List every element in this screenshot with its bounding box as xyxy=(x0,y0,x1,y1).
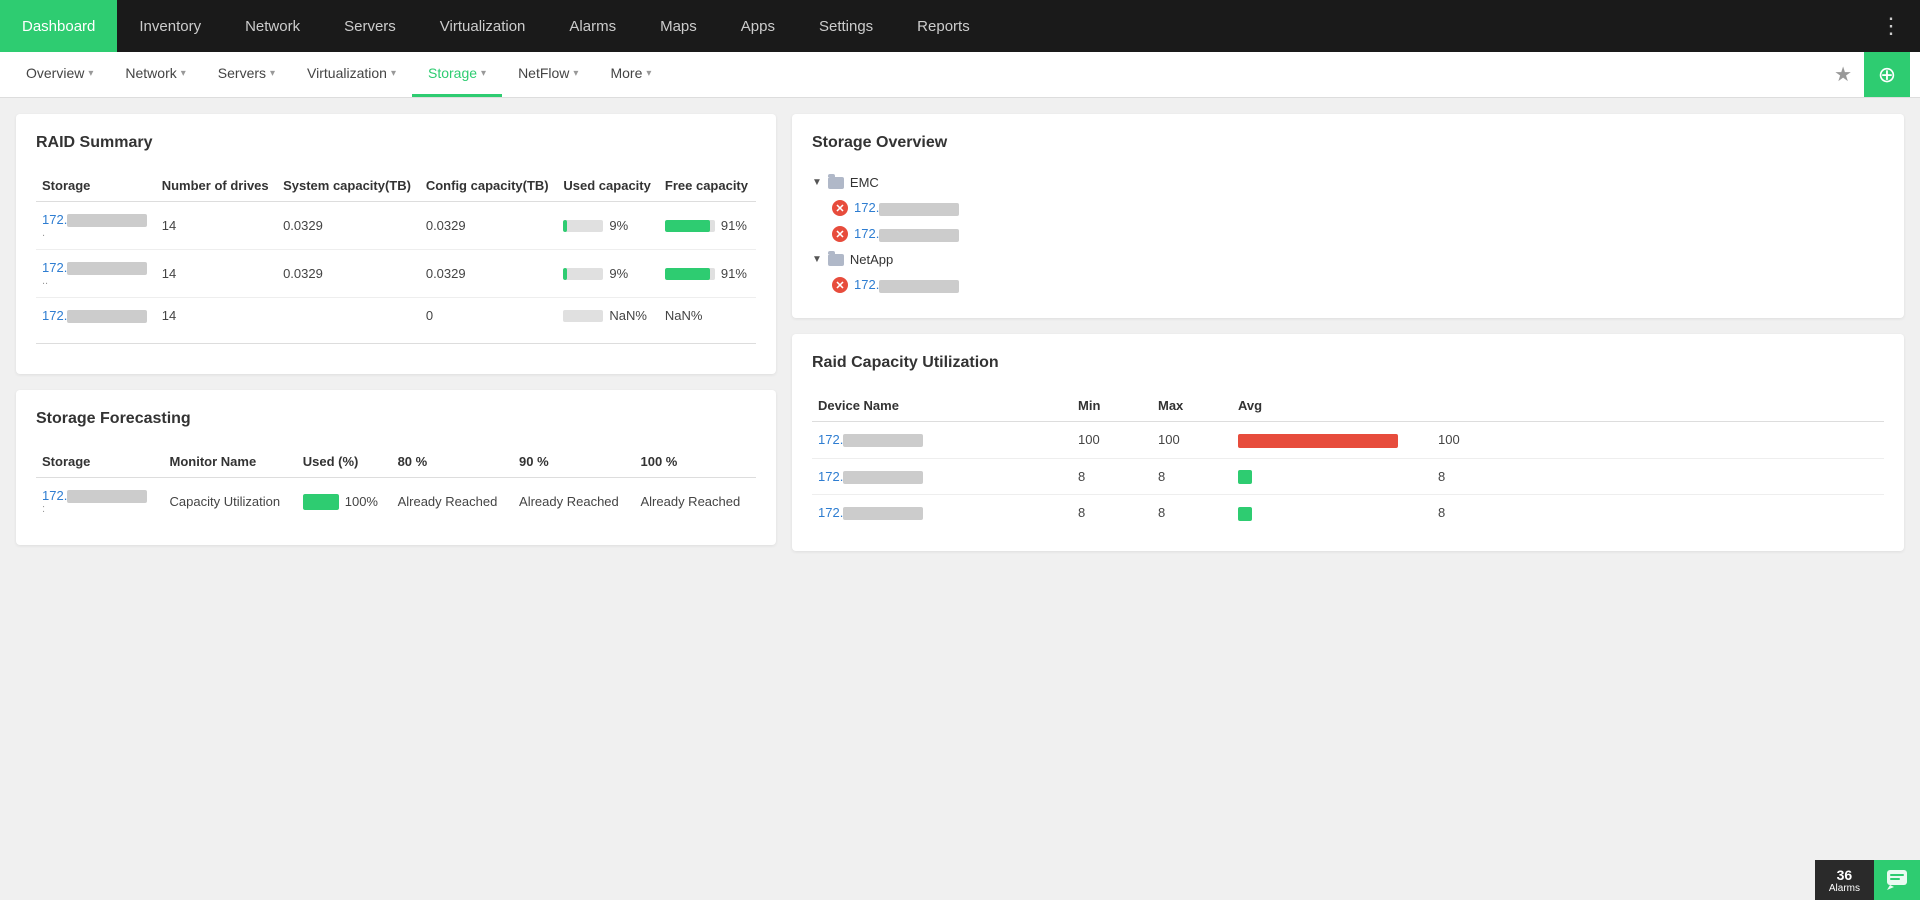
nav-apps[interactable]: Apps xyxy=(719,0,797,52)
nav-alarms[interactable]: Alarms xyxy=(547,0,638,52)
raid-capacity-card: Raid Capacity Utilization Device Name Mi… xyxy=(792,334,1904,551)
alarms-count: 36 xyxy=(1837,867,1853,883)
nav-network[interactable]: Network xyxy=(223,0,322,52)
capacity-bar-green xyxy=(1238,470,1252,484)
triangle-down-icon: ▼ xyxy=(812,177,822,188)
col-config-capacity: Config capacity(TB) xyxy=(420,170,558,202)
nav-dashboard[interactable]: Dashboard xyxy=(0,0,117,52)
error-icon: ✕ xyxy=(832,226,848,242)
nav-maps[interactable]: Maps xyxy=(638,0,719,52)
emc-child-2[interactable]: ✕ 172. xyxy=(832,221,1884,247)
cap-col-avg: Avg xyxy=(1232,390,1432,422)
storage-cell[interactable]: 172. xyxy=(36,298,156,334)
netapp-children: ✕ 172. xyxy=(812,272,1884,298)
chevron-down-icon: ▾ xyxy=(646,68,651,79)
main-content: RAID Summary Storage Number of drives Sy… xyxy=(0,98,1920,567)
storage-cell[interactable]: 172. .. xyxy=(36,250,156,298)
right-panel: Storage Overview ▼ EMC ✕ 172. ✕ 172. ▼ xyxy=(792,114,1904,551)
storage-overview-card: Storage Overview ▼ EMC ✕ 172. ✕ 172. ▼ xyxy=(792,114,1904,318)
cap-col-avg-val xyxy=(1432,390,1884,422)
cap-col-device: Device Name xyxy=(812,390,1072,422)
forecast-col-storage: Storage xyxy=(36,446,164,478)
chevron-down-icon: ▾ xyxy=(270,68,275,79)
nav-reports[interactable]: Reports xyxy=(895,0,992,52)
folder-icon xyxy=(828,254,844,266)
raid-capacity-table: Device Name Min Max Avg 172. 100 100 xyxy=(812,390,1884,531)
subnav-virtualization[interactable]: Virtualization ▾ xyxy=(291,52,412,97)
subnav-overview[interactable]: Overview ▾ xyxy=(10,52,109,97)
col-drives: Number of drives xyxy=(156,170,277,202)
raid-summary-title: RAID Summary xyxy=(36,134,756,152)
storage-cell[interactable]: 172. . xyxy=(36,202,156,250)
bottom-bar: 36 Alarms xyxy=(1815,860,1920,900)
capacity-bar-green xyxy=(1238,507,1252,521)
col-storage: Storage xyxy=(36,170,156,202)
chevron-down-icon: ▾ xyxy=(573,68,578,79)
table-row: 172. : Capacity Utilization 100% Already… xyxy=(36,478,756,526)
subnav-more[interactable]: More ▾ xyxy=(594,52,667,97)
emc-children: ✕ 172. ✕ 172. xyxy=(812,195,1884,247)
forecast-storage-cell[interactable]: 172. : xyxy=(36,478,164,526)
alarms-badge[interactable]: 36 Alarms xyxy=(1815,860,1874,900)
favorite-star-icon[interactable]: ★ xyxy=(1822,52,1864,97)
storage-forecasting-title: Storage Forecasting xyxy=(36,410,756,428)
forecast-col-80: 80 % xyxy=(392,446,513,478)
emc-child-1[interactable]: ✕ 172. xyxy=(832,195,1884,221)
storage-overview-title: Storage Overview xyxy=(812,134,1884,152)
storage-forecasting-table: Storage Monitor Name Used (%) 80 % 90 % … xyxy=(36,446,756,525)
table-row: 172. 8 8 8 xyxy=(812,458,1884,495)
folder-icon xyxy=(828,177,844,189)
error-icon: ✕ xyxy=(832,200,848,216)
forecast-col-100: 100 % xyxy=(634,446,756,478)
cap-col-min: Min xyxy=(1072,390,1152,422)
col-free-capacity: Free capacity xyxy=(659,170,756,202)
chevron-down-icon: ▾ xyxy=(391,68,396,79)
forecast-col-used: Used (%) xyxy=(297,446,392,478)
nav-virtualization[interactable]: Virtualization xyxy=(418,0,548,52)
forecast-col-monitor: Monitor Name xyxy=(164,446,297,478)
raid-summary-card: RAID Summary Storage Number of drives Sy… xyxy=(16,114,776,374)
tree-group-netapp[interactable]: ▼ NetApp xyxy=(812,247,1884,272)
table-row: 172. . 14 0.0329 0.0329 9% xyxy=(36,202,756,250)
forecast-col-90: 90 % xyxy=(513,446,634,478)
table-row: 172. .. 14 0.0329 0.0329 9% xyxy=(36,250,756,298)
table-row: 172. 100 100 100 xyxy=(812,422,1884,459)
nav-more-dots[interactable]: ⋮ xyxy=(1862,0,1920,52)
subnav-network[interactable]: Network ▾ xyxy=(109,52,201,97)
col-system-capacity: System capacity(TB) xyxy=(277,170,420,202)
chevron-down-icon: ▾ xyxy=(481,68,486,79)
nav-inventory[interactable]: Inventory xyxy=(117,0,223,52)
chevron-down-icon: ▾ xyxy=(88,68,93,79)
alarms-label: Alarms xyxy=(1829,883,1860,894)
add-view-button[interactable]: ⊕ xyxy=(1864,52,1910,97)
error-icon: ✕ xyxy=(832,277,848,293)
tree-group-emc[interactable]: ▼ EMC xyxy=(812,170,1884,195)
top-nav: Dashboard Inventory Network Servers Virt… xyxy=(0,0,1920,52)
subnav-storage[interactable]: Storage ▾ xyxy=(412,52,502,97)
netapp-child-1[interactable]: ✕ 172. xyxy=(832,272,1884,298)
nav-servers[interactable]: Servers xyxy=(322,0,418,52)
chat-button[interactable] xyxy=(1874,860,1920,900)
sub-nav: Overview ▾ Network ▾ Servers ▾ Virtualiz… xyxy=(0,52,1920,98)
cap-col-max: Max xyxy=(1152,390,1232,422)
left-panel: RAID Summary Storage Number of drives Sy… xyxy=(16,114,776,551)
chevron-down-icon: ▾ xyxy=(181,68,186,79)
table-row: 172. 8 8 8 xyxy=(812,495,1884,531)
triangle-down-icon: ▼ xyxy=(812,254,822,265)
col-used-capacity: Used capacity xyxy=(557,170,658,202)
table-row: 172. 14 0 NaN% Na xyxy=(36,298,756,334)
capacity-bar-red xyxy=(1238,434,1398,448)
storage-forecasting-card: Storage Forecasting Storage Monitor Name… xyxy=(16,390,776,545)
subnav-netflow[interactable]: NetFlow ▾ xyxy=(502,52,594,97)
subnav-servers[interactable]: Servers ▾ xyxy=(202,52,291,97)
nav-settings[interactable]: Settings xyxy=(797,0,895,52)
raid-summary-table: Storage Number of drives System capacity… xyxy=(36,170,756,333)
raid-capacity-title: Raid Capacity Utilization xyxy=(812,354,1884,372)
